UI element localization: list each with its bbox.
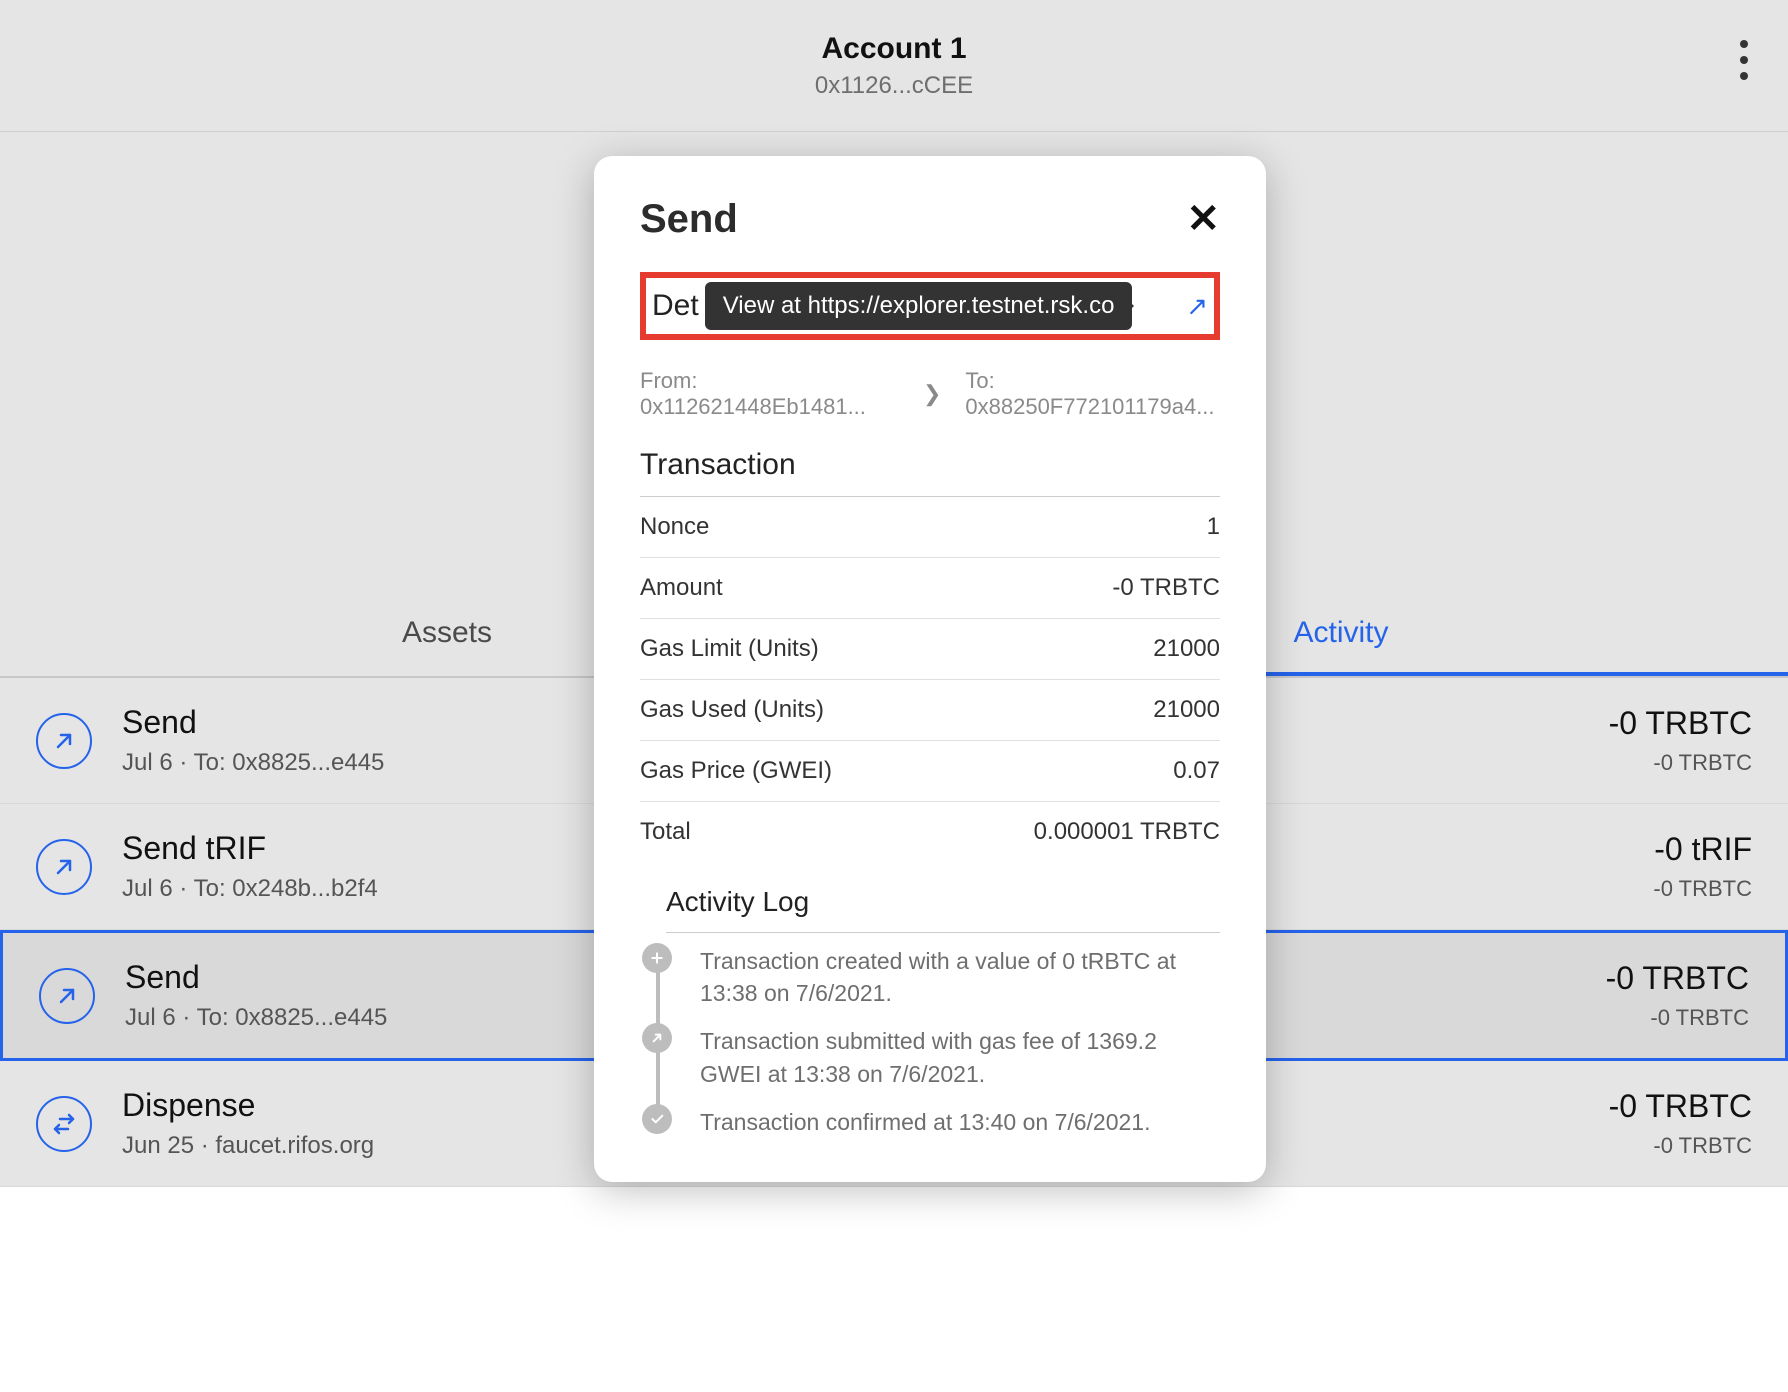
tx-row-value: 0.07 [1173,757,1220,785]
activity-item-amount-secondary: -0 TRBTC [1653,876,1752,902]
tx-row: Gas Price (GWEI) 0.07 [640,741,1220,802]
send-arrow-icon [36,713,92,769]
log-dot-icon [642,1104,672,1134]
log-entry: Transaction submitted with gas fee of 13… [700,1017,1220,1097]
activity-item-sub: Jul 6 · To: 0x8825...e445 [125,1004,387,1032]
tx-row: Amount -0 TRBTC [640,558,1220,619]
modal-title: Send [640,197,738,242]
tx-row: Gas Used (Units) 21000 [640,680,1220,741]
from-address[interactable]: From: 0x112621448Eb1481... [640,368,899,420]
menu-kebab-icon[interactable] [1740,40,1748,80]
tx-row: Nonce 1 [640,497,1220,558]
close-button[interactable]: ✕ [1186,196,1220,242]
tx-row-key: Gas Limit (Units) [640,635,819,663]
activity-item-amount: -0 TRBTC [1609,705,1752,742]
activity-item-amount-secondary: -0 TRBTC [1606,1005,1749,1031]
activity-item-amount: -0 TRBTC [1609,1088,1752,1125]
log-entry: Transaction created with a value of 0 tR… [700,937,1220,1017]
log-dot-icon [642,1023,672,1053]
chevron-right-icon: ❯ [923,381,941,407]
tx-row-key: Total [640,818,691,846]
activity-item-title: Send [125,959,387,996]
transaction-section-title: Transaction [640,448,1220,497]
details-label: Det [652,289,699,323]
tx-row-value: 0.000001 TRBTC [1034,818,1220,846]
activity-item-amount-secondary: -0 TRBTC [1609,750,1752,776]
log-entry: Transaction confirmed at 13:40 on 7/6/20… [700,1098,1220,1146]
log-dot-icon [642,943,672,973]
tx-row-value: 21000 [1153,635,1220,663]
activity-item-title: Dispense [122,1087,374,1124]
activity-item-amount: -0 TRBTC [1606,960,1749,997]
send-arrow-icon [39,968,95,1024]
app-header: Account 1 0x1126...cCEE [0,0,1788,132]
tx-row: Gas Limit (Units) 21000 [640,619,1220,680]
activity-item-amount: -0 tRIF [1653,831,1752,868]
tx-row-value: 21000 [1153,696,1220,724]
activity-item-title: Send tRIF [122,830,378,867]
account-address[interactable]: 0x1126...cCEE [815,72,973,100]
transaction-detail-modal: Send ✕ Det View at https://explorer.test… [594,156,1266,1182]
tx-row-value: -0 TRBTC [1112,574,1220,602]
activity-item-sub: Jul 6 · To: 0x248b...b2f4 [122,875,378,903]
account-name[interactable]: Account 1 [815,32,973,66]
tx-row-key: Nonce [640,513,709,541]
explorer-link-highlight: Det View at https://explorer.testnet.rsk… [640,272,1220,340]
activity-item-amount-secondary: -0 TRBTC [1609,1133,1752,1159]
external-link-icon[interactable]: ↗ [1186,291,1208,322]
to-address[interactable]: To: 0x88250F772101179a4... [965,368,1220,420]
send-arrow-icon [36,839,92,895]
tx-row-value: 1 [1207,513,1220,541]
tx-row-key: Gas Used (Units) [640,696,824,724]
activity-log-title: Activity Log [666,886,1220,933]
tx-row: Total 0.000001 TRBTC [640,802,1220,862]
activity-item-sub: Jun 25 · faucet.rifos.org [122,1132,374,1160]
swap-icon [36,1096,92,1152]
explorer-tooltip: View at https://explorer.testnet.rsk.co [705,282,1133,330]
activity-item-sub: Jul 6 · To: 0x8825...e445 [122,749,384,777]
tx-row-key: Amount [640,574,723,602]
activity-item-title: Send [122,704,384,741]
tx-row-key: Gas Price (GWEI) [640,757,832,785]
